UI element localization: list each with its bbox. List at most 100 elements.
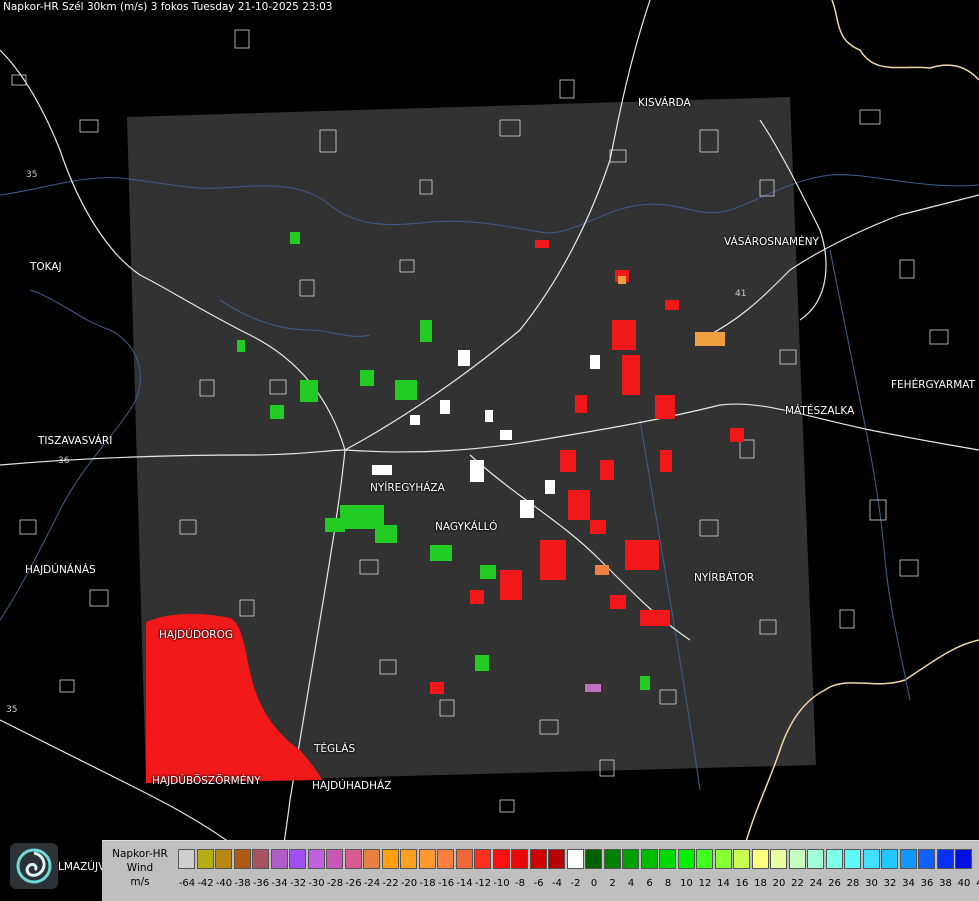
legend-swatch	[492, 849, 510, 869]
legend-tick: 40	[957, 878, 971, 889]
legend-tick: 18	[754, 878, 767, 889]
legend-tick: -28	[326, 878, 344, 889]
legend-swatch	[196, 849, 214, 869]
legend-tick: -42	[197, 878, 214, 889]
legend-tick: -64	[178, 878, 196, 889]
legend-tick: -4	[552, 878, 562, 889]
legend-tick: -18	[419, 878, 436, 889]
legend-swatch	[307, 849, 325, 869]
city-label: HAJDÚDOROG	[159, 629, 233, 641]
legend-tick: 12	[698, 878, 712, 889]
legend-swatch	[437, 849, 454, 869]
legend-tick: 8	[664, 878, 672, 889]
legend-tick: -40	[215, 878, 233, 889]
legend-swatch	[270, 849, 288, 869]
city-label: HAJDÚHADHÁZ	[312, 780, 392, 792]
city-label: VÁSÁROSNAMÉNY	[724, 236, 819, 248]
legend-swatch	[788, 849, 806, 869]
city-label: HAJDÚBÖSZÖRMÉNY	[152, 775, 261, 787]
legend-swatch	[178, 849, 195, 869]
legend-swatch	[677, 849, 695, 869]
legend-swatch	[474, 849, 491, 869]
legend-tick: 22	[791, 878, 804, 889]
map-title: Napkor-HR Szél 30km (m/s) 3 fokos Tuesda…	[3, 1, 333, 13]
legend-tick: -22	[382, 878, 399, 889]
legend-swatch	[455, 849, 473, 869]
legend-swatch	[215, 849, 232, 869]
legend-swatch	[696, 849, 713, 869]
legend-tick: -34	[271, 878, 288, 889]
legend-swatch	[918, 849, 935, 869]
legend-tick: 36	[920, 878, 934, 889]
legend-tick: -30	[308, 878, 325, 889]
legend-tick: 4	[627, 878, 635, 889]
city-label: KISVÁRDA	[638, 97, 691, 109]
legend-swatch	[363, 849, 380, 869]
road-label: 35	[26, 170, 37, 180]
legend-tick: -26	[345, 878, 362, 889]
legend-swatch	[381, 849, 399, 869]
road-label: 35	[6, 705, 17, 715]
legend-tick: -2	[570, 878, 581, 889]
legend-swatch	[733, 849, 750, 869]
swirl-logo-icon	[10, 843, 58, 889]
legend-tick: 6	[646, 878, 653, 889]
legend-swatch	[881, 849, 898, 869]
legend-swatch	[751, 849, 769, 869]
legend-tick: 26	[828, 878, 841, 889]
legend-swatch	[640, 849, 658, 869]
radar-map: 35 41 36 35	[0, 0, 979, 900]
legend-tick: 2	[609, 878, 616, 889]
legend-tick: -16	[437, 878, 455, 889]
legend-swatch	[289, 849, 306, 869]
legend-tick: 24	[809, 878, 823, 889]
legend-tick: 14	[717, 878, 730, 889]
legend-swatch	[659, 849, 676, 869]
legend-swatch	[899, 849, 917, 869]
legend-swatch	[825, 849, 843, 869]
legend-tick: 16	[735, 878, 749, 889]
legend-tick: -32	[289, 878, 307, 889]
legend-tick: -12	[474, 878, 492, 889]
legend-swatch	[233, 849, 251, 869]
legend-tick: 34	[902, 878, 915, 889]
legend-tick: -10	[493, 878, 510, 889]
legend-title: Napkor-HR Wind m/s	[112, 848, 168, 888]
legend-tick: -6	[533, 878, 544, 889]
road-label: 41	[735, 289, 746, 299]
legend-swatch	[548, 849, 565, 869]
legend-tick: 32	[883, 878, 897, 889]
legend-swatch	[622, 849, 639, 869]
legend-swatch	[326, 849, 343, 869]
city-label: NAGYKÁLLÓ	[435, 521, 498, 533]
legend-tick: 10	[680, 878, 693, 889]
legend-swatch	[714, 849, 732, 869]
legend-tick: 20	[772, 878, 786, 889]
legend-swatch	[585, 849, 602, 869]
legend-swatch	[529, 849, 547, 869]
legend-tick: 0	[590, 878, 598, 889]
legend-swatch	[807, 849, 824, 869]
legend-swatch	[936, 849, 954, 869]
city-label: NYÍRBÁTOR	[694, 572, 755, 584]
legend-tick: -24	[363, 878, 381, 889]
legend-swatch	[418, 849, 436, 869]
city-label: HAJDÚNÁNÁS	[25, 564, 96, 576]
legend-tick: -20	[400, 878, 418, 889]
city-label: FEHÉRGYARMAT	[891, 379, 976, 391]
city-label: MÁTÉSZALKA	[785, 405, 855, 417]
legend-swatch	[344, 849, 362, 869]
legend-tick: 30	[865, 878, 878, 889]
legend-swatch	[862, 849, 880, 869]
legend-tick: 28	[846, 878, 860, 889]
legend-swatch	[955, 849, 972, 869]
legend-tick: -14	[456, 878, 473, 889]
legend-swatch	[770, 849, 787, 869]
legend-swatch	[566, 849, 584, 869]
legend-swatch	[603, 849, 621, 869]
road-label: 36	[58, 456, 70, 466]
legend-tick: 38	[939, 878, 952, 889]
legend-tick: -8	[515, 878, 525, 889]
city-label: NYÍREGYHÁZA	[370, 482, 445, 494]
legend-tick: -36	[252, 878, 270, 889]
